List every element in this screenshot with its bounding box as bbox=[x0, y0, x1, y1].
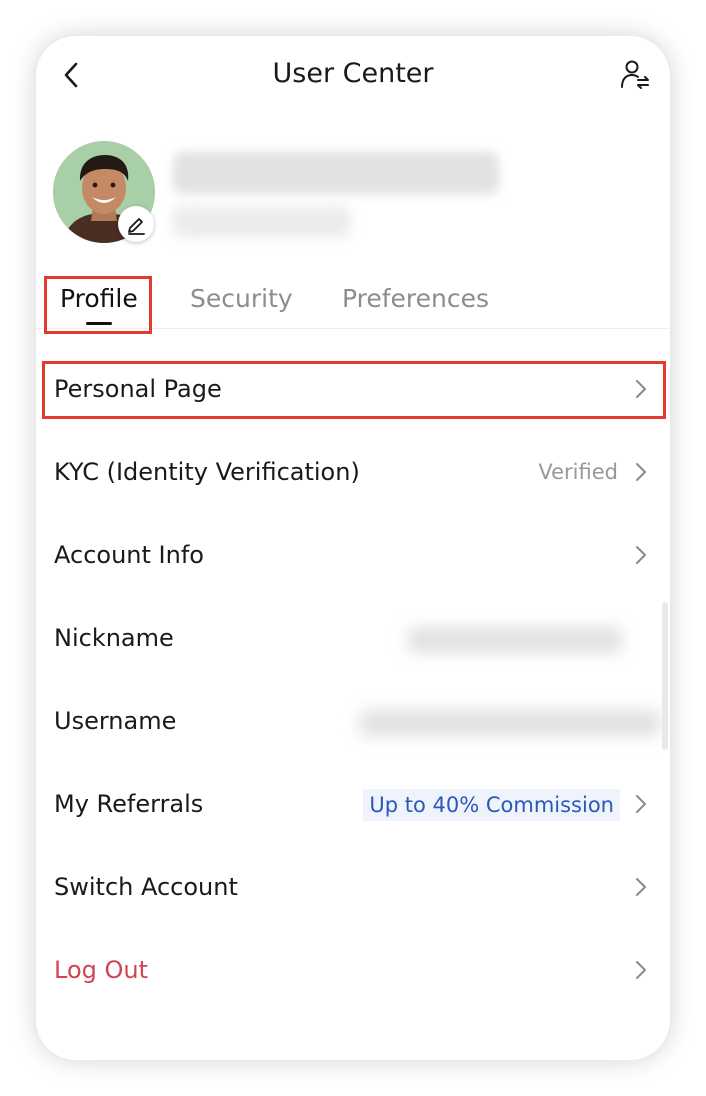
menu-label: My Referrals bbox=[54, 790, 204, 818]
menu-label: Nickname bbox=[54, 624, 174, 652]
tab-security[interactable]: Security bbox=[190, 284, 293, 313]
header: User Center bbox=[36, 36, 670, 112]
chevron-right-icon bbox=[636, 546, 646, 564]
blurred-display-name bbox=[173, 152, 499, 194]
menu-row-log-out[interactable]: Log Out bbox=[36, 929, 670, 1012]
menu-label: Username bbox=[54, 707, 177, 735]
profile-section bbox=[36, 136, 670, 246]
phone-screen: User Center Profile Security Preferences… bbox=[36, 36, 670, 1060]
tab-preferences[interactable]: Preferences bbox=[342, 284, 489, 313]
page-title: User Center bbox=[272, 58, 434, 89]
profile-tab-highlight bbox=[44, 276, 152, 334]
personal-page-highlight bbox=[42, 361, 666, 419]
scrollbar[interactable] bbox=[662, 602, 668, 750]
menu-label: Log Out bbox=[54, 956, 149, 984]
user-switch-icon bbox=[621, 60, 649, 89]
menu-row-nickname[interactable]: Nickname bbox=[36, 597, 670, 680]
kyc-status: Verified bbox=[538, 460, 618, 484]
commission-badge: Up to 40% Commission bbox=[363, 789, 620, 821]
menu-row-kyc[interactable]: KYC (Identity Verification) Verified bbox=[36, 431, 670, 514]
pencil-icon bbox=[128, 218, 145, 235]
switch-user-button[interactable] bbox=[616, 56, 654, 94]
menu-label: Switch Account bbox=[54, 873, 238, 901]
menu-label: Account Info bbox=[54, 541, 204, 569]
blurred-user-id bbox=[173, 206, 351, 238]
menu-row-account-info[interactable]: Account Info bbox=[36, 514, 670, 597]
chevron-right-icon bbox=[636, 795, 646, 813]
menu-label: KYC (Identity Verification) bbox=[54, 458, 360, 486]
blurred-nickname-value bbox=[408, 627, 622, 653]
menu-row-my-referrals[interactable]: My Referrals Up to 40% Commission bbox=[36, 763, 670, 846]
blurred-username-value bbox=[360, 710, 660, 736]
menu-row-switch-account[interactable]: Switch Account bbox=[36, 846, 670, 929]
edit-avatar-button[interactable] bbox=[118, 206, 154, 242]
menu-row-username[interactable]: Username bbox=[36, 680, 670, 763]
chevron-right-icon bbox=[636, 878, 646, 896]
chevron-right-icon bbox=[636, 463, 646, 481]
chevron-right-icon bbox=[636, 961, 646, 979]
